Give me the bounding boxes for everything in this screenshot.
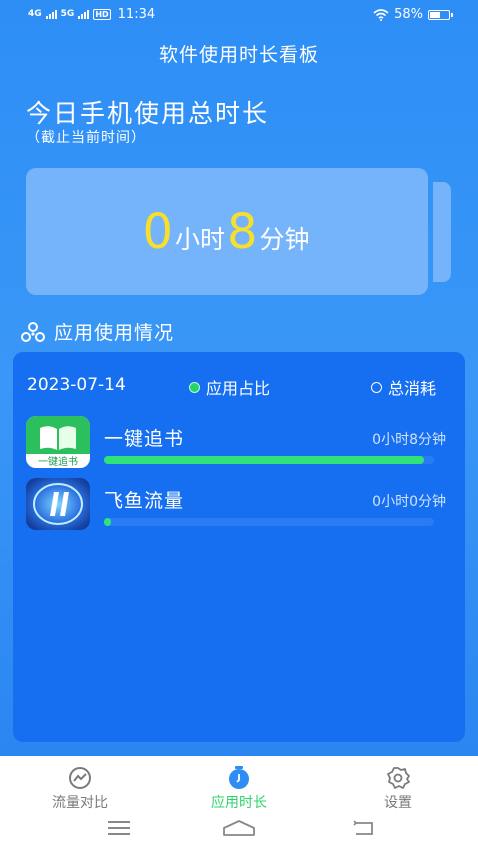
usage-hours-unit: 小时 [174, 224, 225, 254]
signal-5g-label: 5G [60, 9, 75, 19]
wifi-icon [373, 8, 389, 21]
legend-total-label: 总消耗 [388, 379, 437, 398]
app-row[interactable]: 飞鱼流量 0小时0分钟 [26, 478, 446, 532]
feiyu-app-icon [26, 478, 90, 530]
cluster-icon [21, 321, 45, 342]
app-usage-fill [104, 518, 111, 526]
section-title: 应用使用情况 [54, 322, 175, 344]
legend-total[interactable]: 总消耗 [371, 375, 436, 399]
back-icon[interactable] [352, 820, 376, 836]
gear-icon [387, 767, 410, 789]
total-usage-card: 0 小时 8 分钟 [26, 168, 428, 295]
usage-hours: 0 [142, 203, 173, 260]
app-usage-fill [104, 456, 425, 464]
battery-card-cap [433, 182, 451, 282]
menu-icon[interactable] [108, 820, 132, 836]
usage-minutes: 8 [227, 203, 258, 260]
signal-4g-label: 4G [28, 9, 42, 19]
legend-ratio[interactable]: 应用占比 [189, 375, 270, 399]
signal-bars-icon [78, 10, 90, 19]
page-title: 软件使用时长看板 [158, 44, 319, 66]
app-usage-track [104, 456, 434, 464]
app-name: 飞鱼流量 [104, 490, 185, 512]
home-icon[interactable] [223, 820, 255, 836]
battery-icon [428, 9, 453, 20]
app-usage-time: 0小时0分钟 [372, 494, 446, 510]
section-header: 应用使用情况 [20, 318, 174, 345]
book-app-icon-text: 一键追书 [38, 455, 78, 468]
app-name: 一键追书 [104, 428, 185, 450]
usage-minutes-unit: 分钟 [259, 224, 310, 254]
app-row[interactable]: 一键追书 一键追书 0小时8分钟 [26, 416, 446, 470]
timer-icon [229, 766, 249, 789]
legend-ratio-label: 应用占比 [206, 379, 271, 398]
app-usage-time: 0小时8分钟 [372, 432, 446, 448]
status-bar: 4G 5G HD 11:34 58% [0, 0, 478, 30]
app-usage-panel: 2023-07-14 应用占比 总消耗 一键追书 一键追书 0小时8分钟 飞鱼流… [13, 352, 465, 742]
app-usage-track [104, 518, 434, 526]
legend-ratio-dot-icon [189, 381, 200, 393]
status-time: 11:34 [117, 7, 156, 22]
nav-label: 流量对比 [52, 795, 108, 811]
nav-item-app-duration[interactable]: 应用时长 [179, 766, 299, 812]
book-app-icon: 一键追书 [26, 416, 90, 468]
trend-icon [69, 767, 91, 789]
nav-item-settings[interactable]: 设置 [338, 766, 458, 812]
nav-item-traffic-compare[interactable]: 流量对比 [20, 766, 140, 812]
today-usage-subtitle: （截止当前时间） [26, 130, 146, 146]
legend-total-dot-icon [371, 381, 382, 393]
today-usage-title: 今日手机使用总时长 [26, 99, 270, 128]
usage-date[interactable]: 2023-07-14 [27, 375, 126, 395]
nav-label: 设置 [384, 795, 412, 811]
signal-bars-icon [45, 10, 57, 19]
nav-label: 应用时长 [211, 795, 267, 811]
hd-badge: HD [93, 9, 111, 20]
system-nav-bar [0, 812, 478, 844]
battery-percent: 58% [394, 7, 423, 22]
total-usage-value: 0 小时 8 分钟 [142, 208, 311, 256]
